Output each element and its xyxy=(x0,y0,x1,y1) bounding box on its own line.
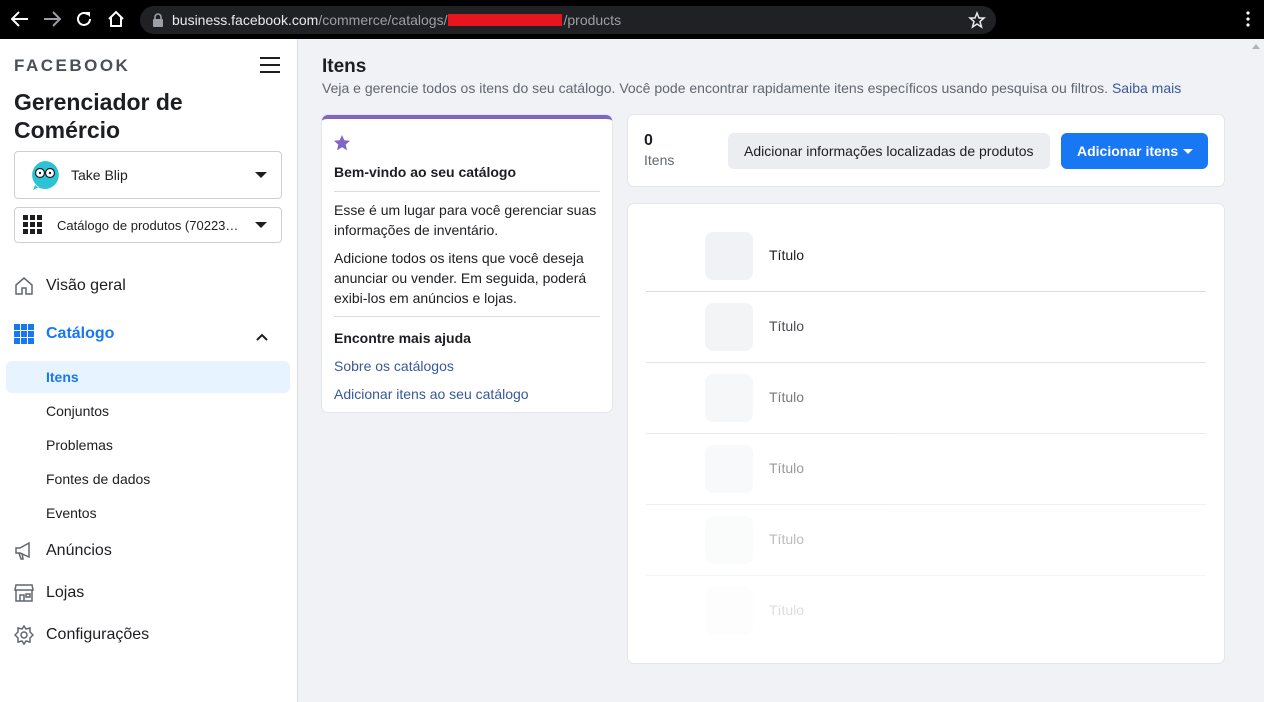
item-title: Título xyxy=(769,602,805,618)
home-icon[interactable] xyxy=(105,8,127,30)
list-item: Título xyxy=(646,303,1206,374)
catalog-selector[interactable]: Catálogo de produtos (70223… xyxy=(14,207,282,243)
welcome-paragraph-1: Esse é um lugar para você gerenciar suas… xyxy=(334,202,597,238)
thumbnail-placeholder xyxy=(705,516,753,564)
list-item: Título xyxy=(646,232,1206,303)
sidebar: FACEBOOK Gerenciador de Comércio Take Bl… xyxy=(0,39,298,702)
items-list-placeholder: Título Título Título Título Título Títul… xyxy=(628,204,1224,663)
reload-icon[interactable] xyxy=(73,8,95,30)
about-catalogs-link[interactable]: Sobre os catálogos xyxy=(334,358,454,374)
thumbnail-placeholder xyxy=(705,445,753,493)
divider xyxy=(646,291,1206,292)
subnav-data-sources[interactable]: Fontes de dados xyxy=(46,471,150,487)
caret-down-icon xyxy=(255,222,267,228)
page-title: Itens xyxy=(322,56,367,77)
gear-icon xyxy=(14,625,34,645)
forward-arrow-icon[interactable] xyxy=(41,8,63,30)
lock-icon xyxy=(153,13,163,27)
browser-toolbar: business.facebook.com/commerce/catalogs/… xyxy=(0,0,1264,39)
address-bar[interactable]: business.facebook.com/commerce/catalogs/… xyxy=(140,6,996,34)
nav-overview[interactable]: Visão geral xyxy=(14,276,126,296)
subnav-items[interactable]: Itens xyxy=(46,369,79,385)
divider xyxy=(646,433,1206,434)
divider xyxy=(646,362,1206,363)
nav-catalog[interactable]: Catálogo xyxy=(14,324,114,344)
divider xyxy=(334,191,600,192)
nav-ads-label: Anúncios xyxy=(46,542,112,559)
subnav-events[interactable]: Eventos xyxy=(46,505,97,521)
welcome-title: Bem-vindo ao seu catálogo xyxy=(334,164,517,180)
star-icon xyxy=(334,135,350,151)
hamburger-menu-icon[interactable] xyxy=(260,57,280,73)
list-item: Título xyxy=(646,374,1206,445)
learn-more-link[interactable]: Saiba mais xyxy=(1112,80,1181,96)
item-title: Título xyxy=(769,531,805,547)
subnav-sets[interactable]: Conjuntos xyxy=(46,403,109,419)
item-title: Título xyxy=(769,460,805,476)
nav-settings[interactable]: Configurações xyxy=(14,625,149,645)
thumbnail-placeholder xyxy=(705,587,753,635)
shop-icon xyxy=(14,584,34,602)
nav-shops-label: Lojas xyxy=(46,584,85,601)
url-path: /commerce/catalogs/ xyxy=(318,12,448,28)
items-count-label: Itens xyxy=(644,152,675,168)
facebook-logo[interactable]: FACEBOOK xyxy=(14,56,130,76)
url-path-end: /products xyxy=(563,12,622,28)
business-name: Take Blip xyxy=(71,167,128,183)
welcome-card: Bem-vindo ao seu catálogo Esse é um luga… xyxy=(322,115,612,412)
page-description-text: Veja e gerencie todos os itens do seu ca… xyxy=(322,80,1109,96)
nav-ads[interactable]: Anúncios xyxy=(14,541,112,561)
dropdown-caret-icon xyxy=(1183,149,1193,154)
items-count: 0 xyxy=(644,132,653,149)
chevron-up-icon[interactable] xyxy=(256,328,268,346)
add-items-link[interactable]: Adicionar itens ao seu catálogo xyxy=(334,386,529,402)
url-host: business.facebook.com xyxy=(172,12,319,28)
caret-down-icon xyxy=(255,172,267,178)
thumbnail-placeholder xyxy=(705,303,753,351)
item-title: Título xyxy=(769,318,805,334)
app-title: Gerenciador de Comércio xyxy=(14,89,183,143)
catalog-name: Catálogo de produtos (70223… xyxy=(57,217,239,233)
back-arrow-icon[interactable] xyxy=(9,8,31,30)
nav-settings-label: Configurações xyxy=(46,626,150,643)
grid-icon xyxy=(23,215,42,234)
home-icon xyxy=(15,277,33,295)
item-title: Título xyxy=(769,389,805,405)
list-item: Título xyxy=(646,587,1206,658)
item-title: Título xyxy=(769,247,805,263)
nav-overview-label: Visão geral xyxy=(46,277,126,294)
redacted-id xyxy=(448,14,563,26)
divider xyxy=(334,316,600,317)
list-item: Título xyxy=(646,445,1206,516)
page-description: Veja e gerencie todos os itens do seu ca… xyxy=(322,80,1181,96)
megaphone-icon xyxy=(15,541,30,560)
add-localized-info-button[interactable]: Adicionar informações localizadas de pro… xyxy=(728,133,1050,169)
items-count-card: 0 Itens Adicionar informações localizada… xyxy=(628,115,1224,186)
scroll-up-arrow[interactable] xyxy=(1252,44,1260,49)
help-title: Encontre mais ajuda xyxy=(334,330,471,346)
thumbnail-placeholder xyxy=(705,232,753,280)
catalog-grid-icon xyxy=(14,324,34,344)
nav-shops[interactable]: Lojas xyxy=(14,583,84,603)
nav-catalog-label: Catálogo xyxy=(46,325,115,342)
bookmark-star-icon[interactable] xyxy=(968,10,986,34)
business-avatar-icon xyxy=(32,161,59,190)
list-item: Título xyxy=(646,516,1206,587)
subnav-issues[interactable]: Problemas xyxy=(46,437,113,453)
business-selector[interactable]: Take Blip xyxy=(14,151,282,199)
divider xyxy=(646,575,1206,576)
add-items-button[interactable]: Adicionar itens xyxy=(1061,133,1208,169)
more-vert-icon[interactable] xyxy=(1246,11,1250,32)
divider xyxy=(646,504,1206,505)
add-items-button-label: Adicionar itens xyxy=(1077,143,1179,159)
welcome-paragraph-2: Adicione todos os itens que você deseja … xyxy=(334,250,587,306)
thumbnail-placeholder xyxy=(705,374,753,422)
